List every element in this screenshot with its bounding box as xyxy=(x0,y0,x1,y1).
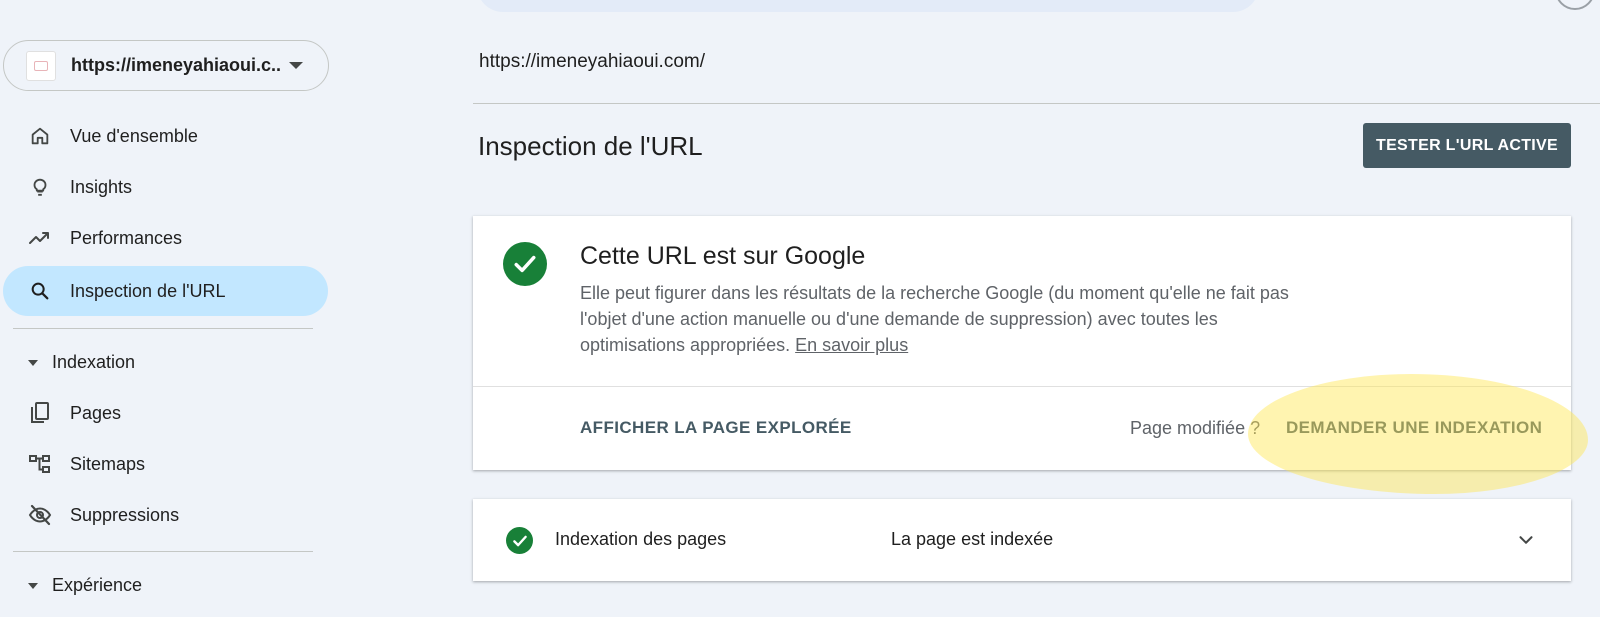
sidebar-item-label: Insights xyxy=(70,176,133,197)
caret-down-icon xyxy=(28,582,38,589)
search-console-logo xyxy=(40,0,220,4)
sidebar-item-label: Pages xyxy=(70,402,122,423)
test-live-url-button[interactable]: TESTER L'URL ACTIVE xyxy=(1363,123,1571,168)
page-modified-label: Page modifiée ? xyxy=(1130,418,1261,438)
card-divider xyxy=(473,386,1571,387)
status-title: Cette URL est sur Google xyxy=(580,242,866,270)
learn-more-link[interactable]: En savoir plus xyxy=(795,335,908,355)
indexation-row[interactable]: Indexation des pages La page est indexée xyxy=(473,499,1571,581)
sidebar-item-label: Suppressions xyxy=(70,504,180,525)
check-circle-icon xyxy=(506,527,533,554)
status-description-text: Elle peut figurer dans les résultats de … xyxy=(580,283,1289,355)
home-icon xyxy=(27,123,53,149)
sidebar-item-url-inspection[interactable]: Inspection de l'URL xyxy=(3,266,328,316)
avatar[interactable] xyxy=(1555,0,1595,10)
caret-down-icon xyxy=(28,359,38,366)
chevron-down-icon[interactable] xyxy=(1515,529,1537,551)
sidebar-divider xyxy=(13,328,313,329)
sidebar-item-suppressions[interactable]: Suppressions xyxy=(3,490,328,540)
request-indexing-button[interactable]: DEMANDER UNE INDEXATION xyxy=(1286,418,1542,438)
sidebar-item-pages[interactable]: Pages xyxy=(3,388,328,438)
sidebar-item-overview[interactable]: Vue d'ensemble xyxy=(3,111,328,161)
sidebar-item-performances[interactable]: Performances xyxy=(3,213,328,263)
search-icon xyxy=(27,278,53,304)
main-divider xyxy=(473,103,1600,104)
sidebar-section-label: Indexation xyxy=(52,352,136,372)
indexation-value: La page est indexée xyxy=(891,529,1054,549)
status-card: Cette URL est sur Google Elle peut figur… xyxy=(473,216,1571,470)
visibility-off-icon xyxy=(27,502,53,528)
trending-up-icon xyxy=(27,225,53,251)
inspected-url: https://imeneyahiaoui.com/ xyxy=(479,51,706,72)
sidebar-item-label: Vue d'ensemble xyxy=(70,125,198,146)
sidebar-section-label: Expérience xyxy=(52,575,143,595)
view-crawled-page-button[interactable]: AFFICHER LA PAGE EXPLORÉE xyxy=(580,418,852,438)
pages-icon xyxy=(27,400,53,426)
indexation-label: Indexation des pages xyxy=(555,529,727,549)
sidebar-divider xyxy=(13,551,313,552)
search-bar[interactable] xyxy=(477,0,1259,12)
property-label: https://imeneyahiaoui.c... xyxy=(71,55,281,75)
sidebar-section-indexation[interactable]: Indexation xyxy=(28,352,135,373)
page-title: Inspection de l'URL xyxy=(478,131,703,161)
sidebar-section-experience[interactable]: Expérience xyxy=(28,575,142,596)
sitemap-icon xyxy=(27,451,53,477)
sidebar-item-insights[interactable]: Insights xyxy=(3,162,328,212)
property-selector[interactable]: https://imeneyahiaoui.c... xyxy=(3,40,329,91)
sidebar-item-sitemaps[interactable]: Sitemaps xyxy=(3,439,328,489)
check-circle-icon xyxy=(503,242,547,286)
sidebar-item-label: Performances xyxy=(70,227,183,248)
sidebar-item-label: Inspection de l'URL xyxy=(70,280,226,301)
caret-down-icon xyxy=(289,62,303,69)
lightbulb-icon xyxy=(27,174,53,200)
sidebar-item-label: Sitemaps xyxy=(70,453,146,474)
status-description: Elle peut figurer dans les résultats de … xyxy=(580,280,1300,358)
favicon-icon xyxy=(26,50,56,81)
